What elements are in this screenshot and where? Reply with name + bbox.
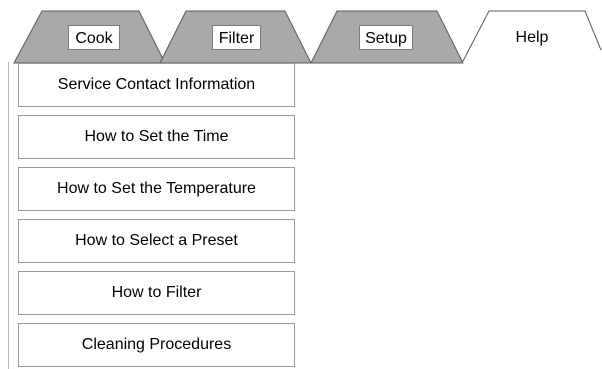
tab-cook[interactable]: Cook <box>13 10 166 64</box>
tab-filter-label: Filter <box>212 25 261 50</box>
how-to-set-temperature-button[interactable]: How to Set the Temperature <box>18 167 295 211</box>
tab-bar: Cook Filter Setup Help <box>0 0 602 64</box>
content-left-border <box>8 62 9 369</box>
tab-cook-label: Cook <box>68 25 120 50</box>
tab-help-label: Help <box>515 29 549 46</box>
help-screen: Cook Filter Setup Help Service Contact I… <box>0 0 602 369</box>
how-to-filter-button[interactable]: How to Filter <box>18 271 295 315</box>
how-to-set-time-button[interactable]: How to Set the Time <box>18 115 295 159</box>
tab-filter[interactable]: Filter <box>159 10 312 64</box>
tab-setup-label: Setup <box>359 25 413 50</box>
tab-setup[interactable]: Setup <box>310 10 464 64</box>
tab-help[interactable]: Help <box>461 10 602 64</box>
how-to-select-preset-button[interactable]: How to Select a Preset <box>18 219 295 263</box>
cleaning-procedures-button[interactable]: Cleaning Procedures <box>18 323 295 367</box>
service-contact-information-button[interactable]: Service Contact Information <box>18 63 295 107</box>
